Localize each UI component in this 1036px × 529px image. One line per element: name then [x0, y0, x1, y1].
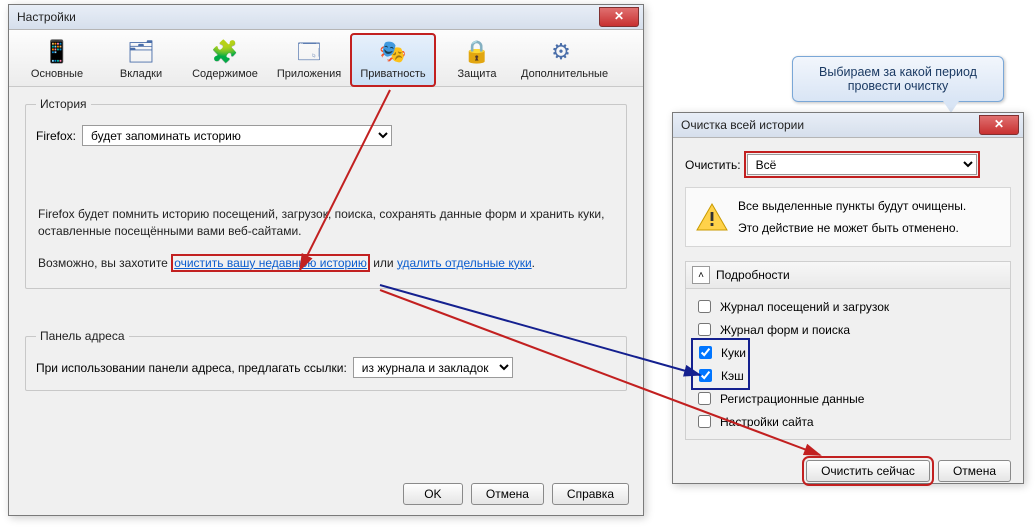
clear-history-window: Очистка всей истории ✕ Очистить: Всё Все… — [672, 112, 1024, 484]
settings-toolbar: 📱Основные 🗂Вкладки 🧩Содержимое 🗔Приложен… — [9, 30, 643, 87]
close-icon[interactable]: ✕ — [979, 115, 1019, 135]
chk-site-settings[interactable]: Настройки сайта — [694, 410, 1002, 433]
details-label: Подробности — [716, 268, 790, 282]
history-group: История Firefox: будет запоминать истори… — [25, 97, 627, 289]
chk-browsing[interactable]: Журнал посещений и загрузок — [694, 295, 1002, 318]
chk-logins[interactable]: Регистрационные данные — [694, 387, 1002, 410]
addressbar-label: При использовании панели адреса, предлаг… — [36, 361, 347, 375]
lock-icon: 🔒 — [437, 38, 517, 66]
phone-icon: 📱 — [17, 38, 97, 66]
time-range-select[interactable]: Всё — [747, 154, 977, 175]
tab-apps[interactable]: 🗔Приложения — [267, 34, 351, 86]
settings-window: Настройки ✕ 📱Основные 🗂Вкладки 🧩Содержим… — [8, 4, 644, 516]
warn-line1: Все выделенные пункты будут очищены. — [738, 198, 1000, 214]
ok-button[interactable]: OK — [403, 483, 463, 505]
history-mode-select[interactable]: будет запоминать историю — [82, 125, 392, 146]
addressbar-legend: Панель адреса — [36, 329, 129, 343]
settings-title: Настройки — [13, 10, 76, 24]
addressbar-mode-select[interactable]: из журнала и закладок — [353, 357, 513, 378]
clear-now-button[interactable]: Очистить сейчас — [806, 460, 930, 482]
tab-privacy[interactable]: 🎭Приватность — [351, 34, 435, 86]
settings-body: История Firefox: будет запоминать истори… — [9, 87, 643, 415]
chk-cookies[interactable]: Куки — [695, 341, 746, 364]
tab-general[interactable]: 📱Основные — [15, 34, 99, 86]
history-links: Возможно, вы захотите очистить вашу неда… — [38, 255, 614, 272]
mask-icon: 🎭 — [353, 38, 433, 66]
close-icon[interactable]: ✕ — [599, 7, 639, 27]
tab-content[interactable]: 🧩Содержимое — [183, 34, 267, 86]
content-icon: 🧩 — [185, 38, 265, 66]
gear-icon: ⚙ — [521, 38, 601, 66]
addressbar-group: Панель адреса При использовании панели а… — [25, 329, 627, 391]
cancel-button[interactable]: Отмена — [471, 483, 544, 505]
tab-security[interactable]: 🔒Защита — [435, 34, 519, 86]
chk-cache[interactable]: Кэш — [695, 364, 746, 387]
clear-body: Очистить: Всё Все выделенные пункты буду… — [673, 138, 1023, 450]
range-label: Очистить: — [685, 158, 741, 172]
delete-cookies-link[interactable]: удалить отдельные куки — [397, 256, 532, 270]
settings-titlebar: Настройки ✕ — [9, 5, 643, 30]
apps-icon: 🗔 — [269, 38, 349, 66]
clear-recent-history-link[interactable]: очистить вашу недавнюю историю — [171, 254, 370, 272]
clear-footer: Очистить сейчас Отмена — [673, 450, 1023, 494]
warning-icon — [696, 203, 728, 231]
chevron-up-icon[interactable]: ˄ — [692, 266, 710, 284]
tabs-icon: 🗂 — [101, 38, 181, 66]
details-header[interactable]: ˄ Подробности — [685, 261, 1011, 289]
callout-tooltip: Выбираем за какой период провести очистк… — [792, 56, 1004, 102]
clear-title: Очистка всей истории — [677, 118, 804, 132]
tab-advanced[interactable]: ⚙Дополнительные — [519, 34, 603, 86]
warn-line2: Это действие не может быть отменено. — [738, 220, 1000, 236]
help-button[interactable]: Справка — [552, 483, 629, 505]
history-legend: История — [36, 97, 91, 111]
clear-cancel-button[interactable]: Отмена — [938, 460, 1011, 482]
warning-box: Все выделенные пункты будут очищены. Это… — [685, 187, 1011, 247]
chk-forms[interactable]: Журнал форм и поиска — [694, 318, 1002, 341]
firefox-label: Firefox: — [36, 129, 76, 143]
details-body: Журнал посещений и загрузок Журнал форм … — [685, 289, 1011, 440]
clear-titlebar: Очистка всей истории ✕ — [673, 113, 1023, 138]
tab-tabs[interactable]: 🗂Вкладки — [99, 34, 183, 86]
settings-footer: OK Отмена Справка — [403, 483, 629, 505]
history-description: Firefox будет помнить историю посещений,… — [38, 206, 614, 241]
